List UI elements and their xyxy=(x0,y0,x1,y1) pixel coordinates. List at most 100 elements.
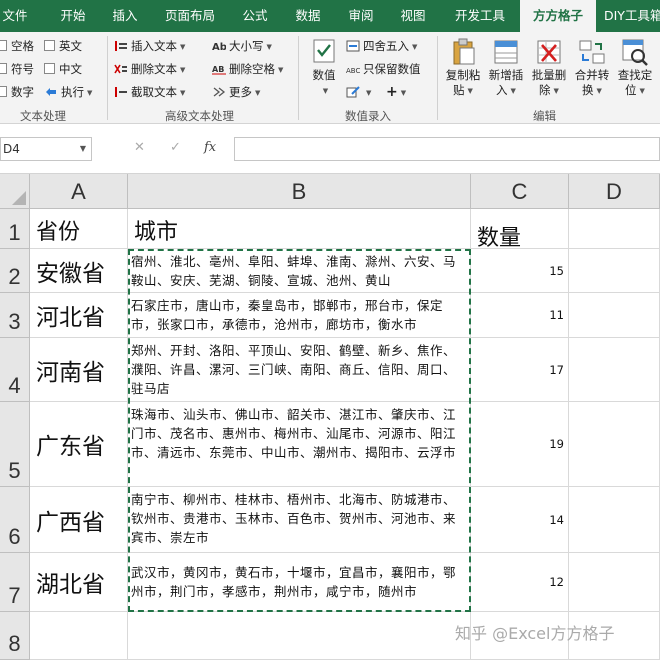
copy-paste-button[interactable]: 复制粘 贴 ▼ xyxy=(440,36,486,99)
cell-d4[interactable] xyxy=(569,338,660,402)
keep-numbers-label: 只保留数值 xyxy=(363,62,421,76)
ribbon: 空格 英文 符号 中文 数字 执行 ▼ 文本处理 插入文本 ▼ 删除文本 ▼ 截取文本… xyxy=(0,32,660,124)
column-header-c[interactable]: C xyxy=(471,174,569,209)
tab-fangfang-gezi[interactable]: 方方格子 xyxy=(520,0,596,32)
case-label: 大小写 xyxy=(229,39,264,53)
checkbox-label: 数字 xyxy=(11,85,34,99)
cell-b3[interactable]: 石家庄市，唐山市，秦皇岛市，邯郸市，邢台市，保定市，张家口市，承德市，沧州市，廊… xyxy=(128,293,471,338)
cell-c2[interactable]: 15 xyxy=(471,249,569,293)
checkbox-english[interactable]: 英文 xyxy=(44,38,82,54)
keep-numbers-button[interactable]: ABC 只保留数值 xyxy=(346,61,421,77)
column-header-b[interactable]: B xyxy=(128,174,471,209)
cell-c5[interactable]: 19 xyxy=(471,402,569,487)
more-icon xyxy=(213,87,226,97)
tab-page-layout[interactable]: 页面布局 xyxy=(158,0,222,32)
cell-b5[interactable]: 珠海市、汕头市、佛山市、韶关市、湛江市、肇庆市、江门市、茂名市、惠州市、梅州市、… xyxy=(128,402,471,487)
find-locate-label-tail: 位 xyxy=(625,83,637,97)
find-locate-button[interactable]: 查找定 位 ▼ xyxy=(612,36,658,99)
cell-c4[interactable]: 17 xyxy=(471,338,569,402)
cell-a7[interactable]: 湖北省 xyxy=(30,553,128,612)
row-header-1[interactable]: 1 xyxy=(0,209,30,249)
row-header-8[interactable]: 8 xyxy=(0,612,30,660)
group-separator xyxy=(437,36,438,120)
row-header-7[interactable]: 7 xyxy=(0,553,30,612)
checkbox-box xyxy=(0,63,7,74)
merge-convert-button[interactable]: 合并转 换 ▼ xyxy=(569,36,615,99)
case-icon: Ab xyxy=(212,42,226,52)
cell-a1[interactable]: 省份 xyxy=(30,209,128,249)
more-button[interactable]: 更多 ▼ xyxy=(212,84,260,101)
copy-paste-label: 复制粘 xyxy=(445,68,481,82)
extract-text-button[interactable]: 截取文本 ▼ xyxy=(114,84,185,101)
name-box[interactable]: D4 ▼ xyxy=(0,137,92,161)
checkbox-label: 符号 xyxy=(11,62,34,76)
insert-text-icon xyxy=(115,41,127,51)
insert-text-button[interactable]: 插入文本 ▼ xyxy=(114,38,185,55)
cell-a3[interactable]: 河北省 xyxy=(30,293,128,338)
tab-formulas[interactable]: 公式 xyxy=(232,0,278,32)
cell-b2[interactable]: 宿州、淮北、亳州、阜阳、蚌埠、淮南、滁州、六安、马鞍山、安庆、芜湖、铜陵、宣城、… xyxy=(128,249,471,293)
tab-view[interactable]: 视图 xyxy=(390,0,436,32)
cell-b7[interactable]: 武汉市，黄冈市，黄石市，十堰市，宜昌市，襄阳市，鄂州市，荆门市，孝感市，荆州市，… xyxy=(128,553,471,612)
row-header-6[interactable]: 6 xyxy=(0,487,30,553)
execute-button[interactable]: 执行 ▼ xyxy=(44,84,92,101)
insert-new-button[interactable]: 新增插 入 ▼ xyxy=(483,36,529,99)
tab-diy-toolbox[interactable]: DIY工具箱 xyxy=(604,0,660,32)
formula-input[interactable] xyxy=(234,137,660,161)
checkbox-box xyxy=(0,86,7,97)
column-header-a[interactable]: A xyxy=(30,174,128,209)
tab-home[interactable]: 开始 xyxy=(50,0,96,32)
cell-a5[interactable]: 广东省 xyxy=(30,402,128,487)
cell-d3[interactable] xyxy=(569,293,660,338)
cancel-icon[interactable]: ✕ xyxy=(134,140,145,155)
cell-d6[interactable] xyxy=(569,487,660,553)
tab-developer[interactable]: 开发工具 xyxy=(448,0,512,32)
batch-delete-button[interactable]: 批量删 除 ▼ xyxy=(526,36,572,99)
enter-icon[interactable]: ✓ xyxy=(170,140,181,155)
cell-c6[interactable]: 14 xyxy=(471,487,569,553)
cell-b6[interactable]: 南宁市、柳州市、桂林市、梧州市、北海市、防城港市、钦州市、贵港市、玉林市、百色市… xyxy=(128,487,471,553)
group-label-edit: 编辑 xyxy=(533,109,556,123)
checkbox-symbol[interactable]: 符号 xyxy=(0,61,34,77)
round-button[interactable]: 四舍五入 ▼ xyxy=(346,38,417,55)
row-header-4[interactable]: 4 xyxy=(0,338,30,402)
cell-b1[interactable]: 城市 xyxy=(128,209,471,249)
case-button[interactable]: Ab 大小写 ▼ xyxy=(212,38,272,55)
batch-delete-label-2: 除 ▼ xyxy=(526,83,572,99)
select-all-icon xyxy=(12,191,26,205)
cell-c7[interactable]: 12 xyxy=(471,553,569,612)
cell-a2[interactable]: 安徽省 xyxy=(30,249,128,293)
batch-delete-icon xyxy=(537,40,561,64)
fx-icon[interactable]: fx xyxy=(204,140,216,155)
tab-data[interactable]: 数据 xyxy=(285,0,331,32)
checkbox-space[interactable]: 空格 xyxy=(0,38,34,54)
plus-button[interactable]: + ▼ xyxy=(386,84,406,101)
row-header-3[interactable]: 3 xyxy=(0,293,30,338)
cell-b8[interactable] xyxy=(128,612,471,660)
row-header-5[interactable]: 5 xyxy=(0,402,30,487)
cell-a4[interactable]: 河南省 xyxy=(30,338,128,402)
select-all-corner[interactable] xyxy=(0,174,30,209)
cell-d1[interactable] xyxy=(569,209,660,249)
tab-file[interactable]: 文件 xyxy=(0,0,38,32)
tab-insert[interactable]: 插入 xyxy=(102,0,148,32)
cell-c3[interactable]: 11 xyxy=(471,293,569,338)
checkbox-number[interactable]: 数字 xyxy=(0,84,34,100)
cell-a6[interactable]: 广西省 xyxy=(30,487,128,553)
chevron-down-icon[interactable]: ▼ xyxy=(80,138,86,160)
dropdown-icon: ▼ xyxy=(366,89,372,97)
column-header-d[interactable]: D xyxy=(569,174,660,209)
edit-format-button[interactable]: ▼ xyxy=(346,84,371,101)
delete-space-button[interactable]: AB 删除空格 ▼ xyxy=(212,61,283,78)
value-button[interactable]: 数值 ▼ xyxy=(301,36,347,99)
cell-c1[interactable]: 数量 xyxy=(471,209,569,249)
row-header-2[interactable]: 2 xyxy=(0,249,30,293)
cell-a8[interactable] xyxy=(30,612,128,660)
cell-d7[interactable] xyxy=(569,553,660,612)
delete-text-button[interactable]: 删除文本 ▼ xyxy=(114,61,185,78)
tab-review[interactable]: 审阅 xyxy=(338,0,384,32)
cell-d2[interactable] xyxy=(569,249,660,293)
cell-b4[interactable]: 郑州、开封、洛阳、平顶山、安阳、鹤壁、新乡、焦作、濮阳、许昌、漯河、三门峡、南阳… xyxy=(128,338,471,402)
checkbox-chinese[interactable]: 中文 xyxy=(44,61,82,77)
cell-d5[interactable] xyxy=(569,402,660,487)
